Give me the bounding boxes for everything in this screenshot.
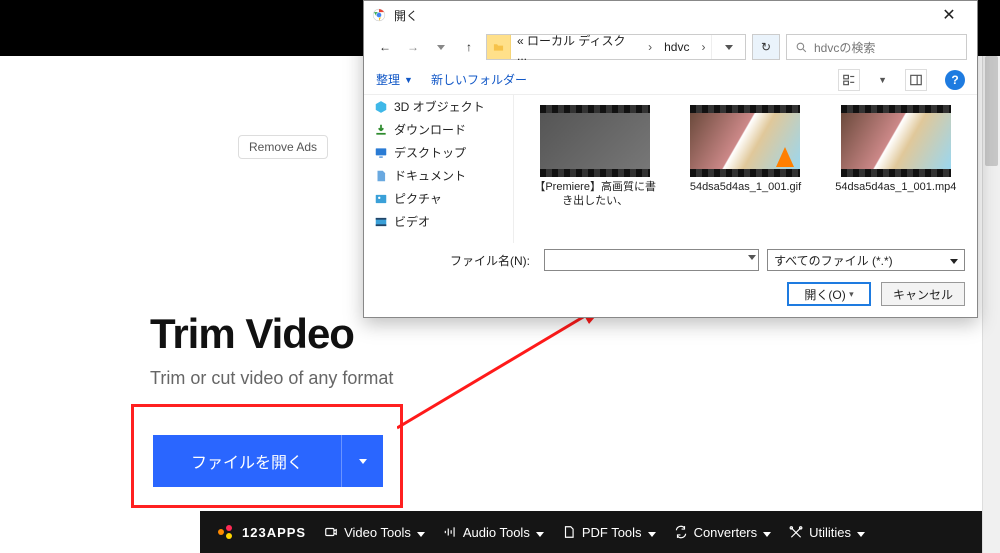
dialog-buttons: 開く(O) ▾ キャンセル <box>364 277 977 315</box>
breadcrumb-separator[interactable]: › <box>642 35 658 59</box>
dialog-title: 開く <box>394 7 921 24</box>
filename-input[interactable] <box>544 249 759 271</box>
nav-pdf-tools[interactable]: PDF Tools <box>562 525 656 540</box>
nav-forward[interactable]: → <box>402 36 424 58</box>
tree-item-3d-objects[interactable]: 3D オブジェクト <box>364 95 513 118</box>
tree-item-documents[interactable]: ドキュメント <box>364 164 513 187</box>
file-label: 54dsa5d4as_1_001.gif <box>690 181 801 195</box>
new-folder-button[interactable]: 新しいフォルダー <box>431 71 527 88</box>
close-button[interactable]: ✕ <box>929 1 969 29</box>
tree-item-pictures[interactable]: ピクチャ <box>364 187 513 210</box>
tree-item-desktop[interactable]: デスクトップ <box>364 141 513 164</box>
dialog-toolbar: 整理 ▼ 新しいフォルダー ▼ ? <box>364 65 977 95</box>
nav-utilities[interactable]: Utilities <box>789 525 865 540</box>
dialog-filename-row: ファイル名(N): すべてのファイル (*.*) <box>364 243 977 277</box>
breadcrumb-separator[interactable]: › <box>695 35 711 59</box>
open-file-dropdown[interactable] <box>341 435 383 487</box>
page-scrollbar[interactable] <box>982 56 1000 553</box>
dialog-open-button[interactable]: 開く(O) ▾ <box>787 282 871 306</box>
app-bottom-bar: 123APPS Video Tools Audio Tools PDF Tool… <box>200 511 982 553</box>
file-item[interactable]: 【Premiere】高画質に書き出したい、 <box>532 105 658 233</box>
view-options-dropdown[interactable]: ▼ <box>878 75 887 85</box>
open-file-button[interactable]: ファイルを開く <box>153 435 383 487</box>
organize-menu[interactable]: 整理 ▼ <box>376 71 413 88</box>
chevron-down-icon <box>950 253 958 267</box>
search-input[interactable]: hdvcの検索 <box>786 34 967 60</box>
page-title: Trim Video <box>150 310 354 358</box>
open-file-highlight: ファイルを開く <box>131 404 403 508</box>
chevron-down-icon <box>536 525 544 540</box>
help-button[interactable]: ? <box>945 70 965 90</box>
file-open-dialog: 開く ✕ ← → ↑ « ローカル ディスク ... › hdvc › ↻ hd… <box>363 0 978 318</box>
scrollbar-thumb[interactable] <box>985 56 998 166</box>
page-subtitle: Trim or cut video of any format <box>150 368 393 389</box>
filetype-select[interactable]: すべてのファイル (*.*) <box>767 249 965 271</box>
breadcrumb-current[interactable]: hdvc <box>658 35 695 59</box>
nav-up[interactable]: ↑ <box>458 36 480 58</box>
file-item[interactable]: 54dsa5d4as_1_001.mp4 <box>833 105 959 233</box>
breadcrumb-parent[interactable]: « ローカル ディスク ... <box>511 35 642 59</box>
refresh-button[interactable]: ↻ <box>752 34 780 60</box>
chevron-down-icon <box>648 525 656 540</box>
nav-audio-tools[interactable]: Audio Tools <box>443 525 544 540</box>
view-options-button[interactable] <box>838 69 860 91</box>
remove-ads-button[interactable]: Remove Ads <box>238 135 328 159</box>
folder-tree: 3D オブジェクト ダウンロード デスクトップ ドキュメント ピクチャ ビデオ <box>364 95 514 243</box>
nav-video-tools[interactable]: Video Tools <box>324 525 425 540</box>
nav-back[interactable]: ← <box>374 36 396 58</box>
vlc-icon <box>776 147 794 167</box>
chrome-icon <box>372 8 386 22</box>
address-bar[interactable]: « ローカル ディスク ... › hdvc › <box>486 34 746 60</box>
file-list: 【Premiere】高画質に書き出したい、 54dsa5d4as_1_001.g… <box>514 95 977 243</box>
logo[interactable]: 123APPS <box>218 525 306 540</box>
folder-icon <box>487 35 511 59</box>
filename-label: ファイル名(N): <box>376 252 536 269</box>
dialog-cancel-button[interactable]: キャンセル <box>881 282 965 306</box>
file-label: 【Premiere】高画質に書き出したい、 <box>532 181 658 209</box>
dialog-nav: ← → ↑ « ローカル ディスク ... › hdvc › ↻ hdvcの検索 <box>364 29 977 65</box>
search-icon <box>795 41 808 54</box>
address-dropdown[interactable] <box>711 35 745 59</box>
logo-text: 123APPS <box>242 525 306 540</box>
chevron-down-icon <box>857 525 865 540</box>
search-placeholder: hdvcの検索 <box>814 39 875 56</box>
open-file-label: ファイルを開く <box>153 435 341 487</box>
dialog-titlebar[interactable]: 開く ✕ <box>364 1 977 29</box>
preview-pane-button[interactable] <box>905 69 927 91</box>
file-label: 54dsa5d4as_1_001.mp4 <box>835 181 956 195</box>
tree-item-downloads[interactable]: ダウンロード <box>364 118 513 141</box>
chevron-down-icon <box>417 525 425 540</box>
tree-item-videos[interactable]: ビデオ <box>364 210 513 233</box>
file-item[interactable]: 54dsa5d4as_1_001.gif <box>682 105 808 233</box>
nav-history-dropdown[interactable] <box>430 36 452 58</box>
chevron-down-icon <box>763 525 771 540</box>
nav-converters[interactable]: Converters <box>674 525 772 540</box>
